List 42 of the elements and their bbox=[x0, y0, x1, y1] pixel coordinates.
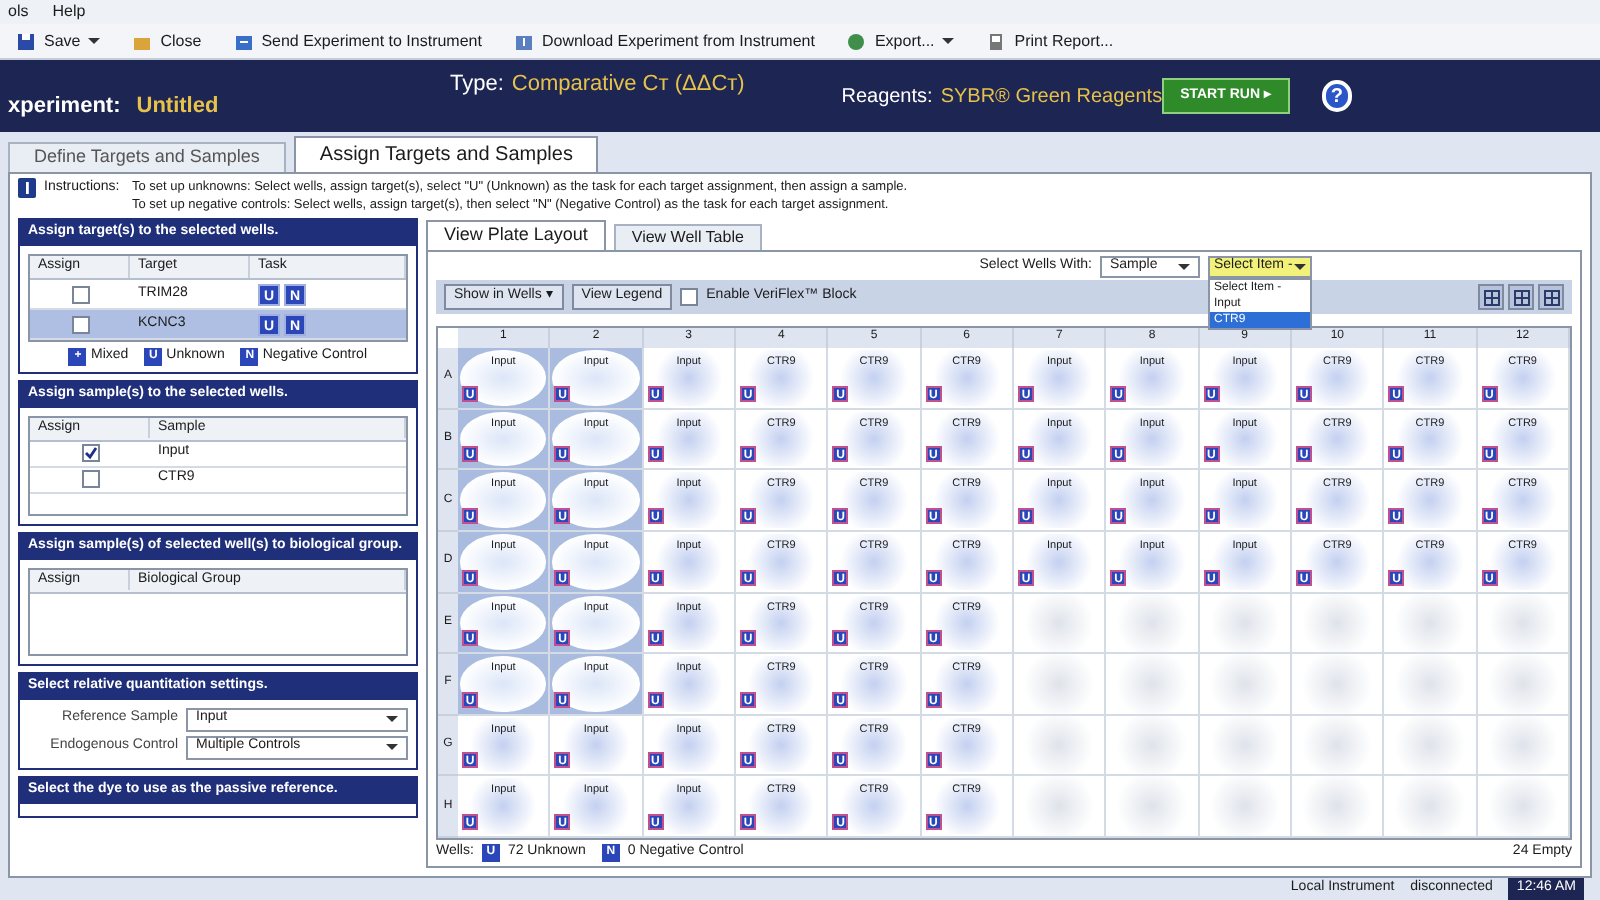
toolbar-button[interactable]: Export... bbox=[838, 29, 963, 53]
caret-icon bbox=[942, 36, 955, 46]
checkbox[interactable] bbox=[71, 315, 89, 333]
tab[interactable]: Define Targets and Samples bbox=[8, 142, 286, 172]
caret-icon bbox=[1178, 261, 1190, 271]
toolbar-button[interactable]: Download Experiment from Instrument bbox=[505, 29, 823, 53]
toolbar-icon bbox=[986, 31, 1007, 51]
info-icon bbox=[18, 178, 36, 198]
experiment-label: xperiment: bbox=[8, 91, 121, 122]
tab[interactable]: Assign Targets and Samples bbox=[293, 136, 599, 172]
menu-item[interactable]: Help bbox=[52, 0, 86, 24]
tab[interactable]: View Well Table bbox=[613, 224, 762, 250]
toolbar-button[interactable]: Close bbox=[124, 29, 210, 53]
plate-tool-button[interactable] bbox=[1478, 284, 1504, 310]
grid-icon bbox=[1543, 289, 1559, 305]
toolbar-button[interactable]: Print Report... bbox=[978, 29, 1122, 53]
toolbar-icon bbox=[233, 31, 254, 51]
checkbox[interactable] bbox=[680, 288, 699, 306]
plate-tool-button[interactable] bbox=[1538, 284, 1564, 310]
caret-icon bbox=[386, 714, 398, 724]
reagents-label: Reagents: bbox=[841, 83, 933, 111]
grid-icon bbox=[1513, 289, 1529, 305]
checkbox[interactable] bbox=[71, 285, 89, 303]
plate-tool-button[interactable] bbox=[1508, 284, 1534, 310]
tab[interactable]: View Plate Layout bbox=[426, 220, 606, 250]
toolbar-icon bbox=[16, 31, 36, 51]
menu-item[interactable]: ols bbox=[8, 0, 29, 24]
experiment-name: Untitled bbox=[136, 91, 219, 122]
caret-icon bbox=[1294, 261, 1306, 271]
toolbar-icon bbox=[513, 31, 534, 51]
type-label: Type: bbox=[449, 69, 504, 100]
toolbar-button[interactable]: Send Experiment to Instrument bbox=[225, 29, 490, 53]
caret-icon bbox=[386, 742, 398, 752]
reagents-value: SYBR® Green Reagents bbox=[940, 83, 1163, 111]
type-value: Comparative Cт (ΔΔCт) bbox=[511, 69, 745, 100]
checkbox[interactable] bbox=[81, 444, 99, 462]
help-button[interactable]: ? bbox=[1321, 80, 1352, 112]
toolbar-icon bbox=[846, 31, 867, 51]
checkbox[interactable] bbox=[81, 470, 99, 488]
toolbar-button[interactable]: Save bbox=[8, 29, 109, 53]
caret-icon bbox=[88, 36, 101, 46]
grid-icon bbox=[1483, 289, 1499, 305]
